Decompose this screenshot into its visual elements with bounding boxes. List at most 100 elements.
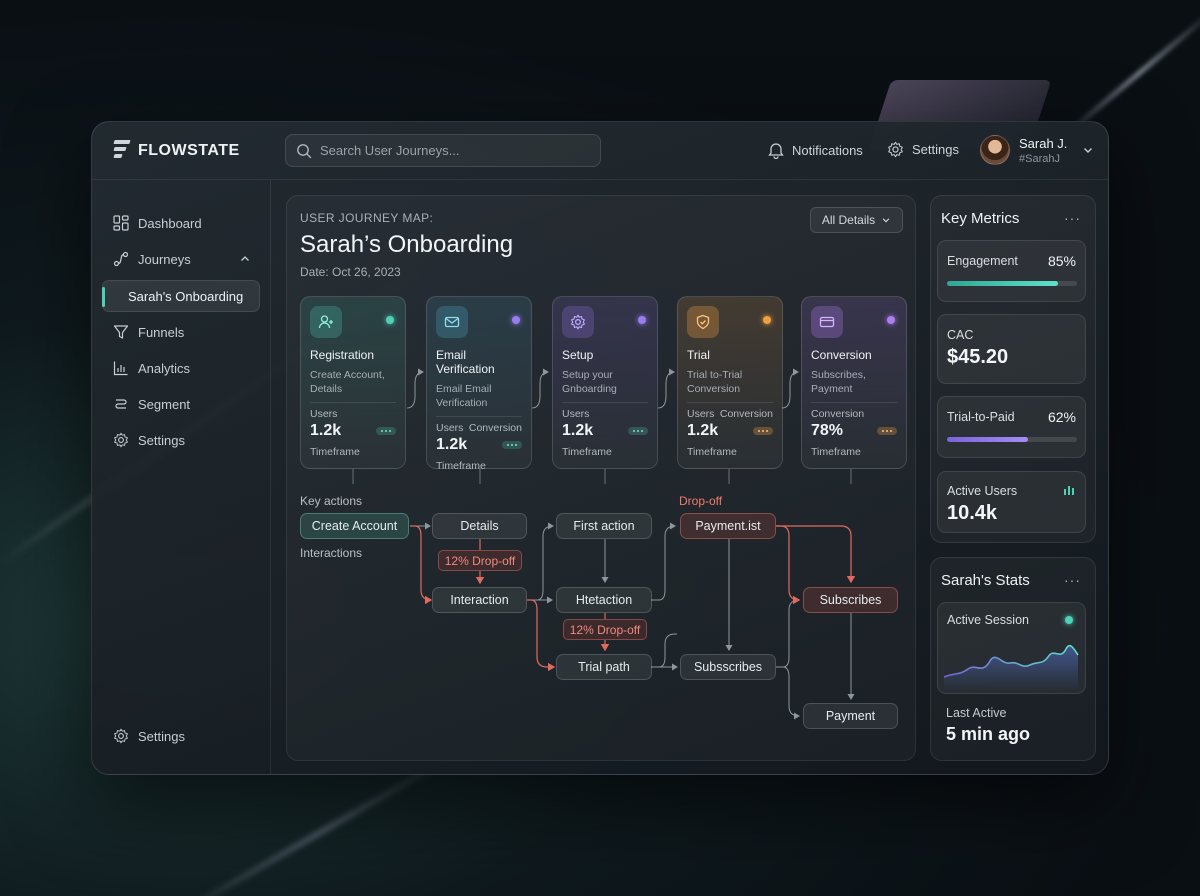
sidebar-item-dashboard[interactable]: Dashboard bbox=[113, 215, 202, 231]
stage-subtitle: Subscribes, Payment bbox=[811, 369, 866, 395]
flow-node-subsscribes[interactable]: Subsscribes bbox=[680, 654, 776, 680]
flow-node-create-account[interactable]: Create Account bbox=[300, 513, 409, 539]
stage-timeframe: Timeframe bbox=[436, 460, 486, 472]
all-details-dropdown[interactable]: All Details bbox=[810, 207, 903, 233]
stage-timeframe: Timeframe bbox=[562, 446, 612, 458]
metric-value: 10.4k bbox=[947, 502, 998, 524]
mail-icon bbox=[436, 306, 468, 338]
stage-subtitle: Create Account, Details bbox=[310, 369, 385, 395]
flow-node-htetaction[interactable]: Htetaction bbox=[556, 587, 652, 613]
chevron-up-icon bbox=[241, 256, 249, 261]
more-icon[interactable]: ··· bbox=[1064, 572, 1081, 588]
stage-subtitle: Email Email Verification bbox=[436, 383, 492, 409]
status-dot bbox=[638, 316, 646, 324]
user-menu[interactable]: Sarah J. #SarahJ bbox=[980, 135, 1094, 165]
stage-trend-pill bbox=[376, 427, 396, 435]
stage-card-conversion[interactable]: Conversion Subscribes, Payment Conversio… bbox=[801, 296, 907, 469]
stage-metric-label: Users bbox=[436, 422, 464, 434]
bar-chart-icon bbox=[113, 361, 128, 376]
settings-label: Settings bbox=[912, 142, 959, 157]
user-handle: #SarahJ bbox=[1019, 152, 1060, 165]
journey-map-label: USER JOURNEY MAP: bbox=[300, 211, 434, 225]
stage-card-registration[interactable]: Registration Create Account, Details Use… bbox=[300, 296, 406, 469]
flow-node-first-action[interactable]: First action bbox=[556, 513, 652, 539]
stage-title: Registration bbox=[310, 348, 375, 362]
stage-subtitle: Trial to-Trial Conversion bbox=[687, 369, 743, 395]
flow-node-details[interactable]: Details bbox=[432, 513, 527, 539]
flow-node-payment[interactable]: Payment bbox=[803, 703, 898, 729]
stage-timeframe: Timeframe bbox=[811, 446, 861, 458]
metric-value: $45.20 bbox=[947, 346, 1009, 368]
stage-trend-pill bbox=[753, 427, 773, 435]
key-metrics-title: Key Metrics bbox=[941, 210, 1020, 227]
stage-metric-label-2: Conversion bbox=[468, 422, 522, 434]
stage-trend-pill bbox=[502, 441, 522, 449]
stage-timeframe: Timeframe bbox=[310, 446, 360, 458]
gear-icon bbox=[114, 728, 128, 744]
sidebar-item-label: Settings bbox=[138, 432, 185, 448]
stage-card-email-verification[interactable]: Email Verification Email Email Verificat… bbox=[426, 296, 532, 472]
flow-node-interaction[interactable]: Interaction bbox=[432, 587, 527, 613]
user-plus-icon bbox=[310, 306, 342, 338]
stage-card-setup[interactable]: Setup Setup your Gnboarding Users 1.2k T… bbox=[552, 296, 658, 469]
stage-value: 78% bbox=[811, 422, 844, 439]
stage-metric-label: Users bbox=[310, 408, 338, 420]
chevron-down-icon bbox=[882, 218, 890, 223]
sidebar-item-label: Analytics bbox=[138, 360, 191, 376]
gear-icon bbox=[562, 306, 594, 338]
metric-label: Active Users bbox=[947, 484, 1018, 498]
avatar bbox=[980, 135, 1010, 165]
stage-card-trial[interactable]: Trial Trial to-Trial Conversion Users Con… bbox=[677, 296, 783, 469]
flow-node-subscribes[interactable]: Subscribes bbox=[803, 587, 898, 613]
sidebar-item-label: Dashboard bbox=[138, 215, 202, 231]
app-window: FLOWSTATE Notifications Settings Sarah J… bbox=[91, 121, 1109, 775]
sidebar-item-settings[interactable]: Settings bbox=[113, 432, 185, 448]
dropoff-label: Drop-off bbox=[679, 494, 723, 508]
sidebar: Dashboard Journeys Sarah's Onboarding Fu… bbox=[92, 180, 271, 774]
metric-engagement[interactable]: Engagement 85% bbox=[937, 240, 1086, 302]
engagement-progress-bar bbox=[947, 281, 1077, 286]
journey-map-panel: USER JOURNEY MAP: Sarah’s Onboarding Dat… bbox=[286, 195, 916, 761]
sidebar-item-analytics[interactable]: Analytics bbox=[113, 360, 190, 376]
notifications-button[interactable]: Notifications bbox=[768, 141, 863, 159]
sidebar-item-segment[interactable]: Segment bbox=[113, 396, 190, 412]
active-session-card[interactable]: Active Session bbox=[937, 602, 1086, 694]
user-name: Sarah J. bbox=[1019, 135, 1068, 151]
chevron-down-icon bbox=[1084, 148, 1093, 153]
stats-title: Sarah's Stats bbox=[941, 572, 1030, 589]
sidebar-item-funnels[interactable]: Funnels bbox=[113, 324, 184, 340]
gear-icon bbox=[114, 432, 128, 448]
gear-icon bbox=[888, 141, 903, 158]
user-stats-card: Sarah's Stats ··· Active Session Last Ac… bbox=[930, 557, 1096, 761]
funnel-icon bbox=[113, 325, 129, 339]
stage-title: Trial bbox=[687, 348, 710, 362]
sidebar-item-label: Segment bbox=[138, 396, 191, 412]
stage-metric-label-2: Conversion bbox=[719, 408, 773, 420]
search-input[interactable] bbox=[320, 143, 580, 158]
logo[interactable]: FLOWSTATE bbox=[113, 140, 240, 162]
stage-value: 1.2k bbox=[687, 422, 719, 439]
metric-active-users[interactable]: Active Users 10.4k bbox=[937, 471, 1086, 533]
key-metrics-card: Key Metrics ··· Engagement 85% CAC $45.2… bbox=[930, 195, 1096, 543]
metric-cac[interactable]: CAC $45.20 bbox=[937, 314, 1086, 384]
search-bar[interactable] bbox=[285, 134, 601, 167]
settings-button[interactable]: Settings bbox=[887, 141, 959, 158]
sidebar-item-journeys[interactable]: Journeys bbox=[113, 251, 251, 267]
flow-node-trial-path[interactable]: Trial path bbox=[556, 654, 652, 680]
stage-title: Setup bbox=[562, 348, 594, 362]
journey-date: Date: Oct 26, 2023 bbox=[300, 265, 401, 279]
sidebar-item-sarahs-onboarding[interactable]: Sarah's Onboarding bbox=[102, 280, 260, 312]
session-sparkline bbox=[944, 644, 1079, 691]
active-session-label: Active Session bbox=[947, 613, 1029, 627]
stage-metric-label: Conversion bbox=[811, 408, 865, 420]
flow-node-payment-ist[interactable]: Payment.ist bbox=[680, 513, 776, 539]
sidebar-item-label: Funnels bbox=[138, 324, 185, 340]
page-title: Sarah’s Onboarding bbox=[300, 231, 514, 258]
more-icon[interactable]: ··· bbox=[1064, 210, 1081, 226]
metric-value: 85% bbox=[1047, 253, 1076, 269]
sidebar-footer-settings[interactable]: Settings bbox=[113, 728, 185, 744]
key-actions-label: Key actions bbox=[300, 494, 363, 508]
grid-icon bbox=[113, 215, 129, 231]
bell-icon bbox=[768, 143, 784, 159]
metric-trial-to-paid[interactable]: Trial-to-Paid 62% bbox=[937, 396, 1086, 458]
